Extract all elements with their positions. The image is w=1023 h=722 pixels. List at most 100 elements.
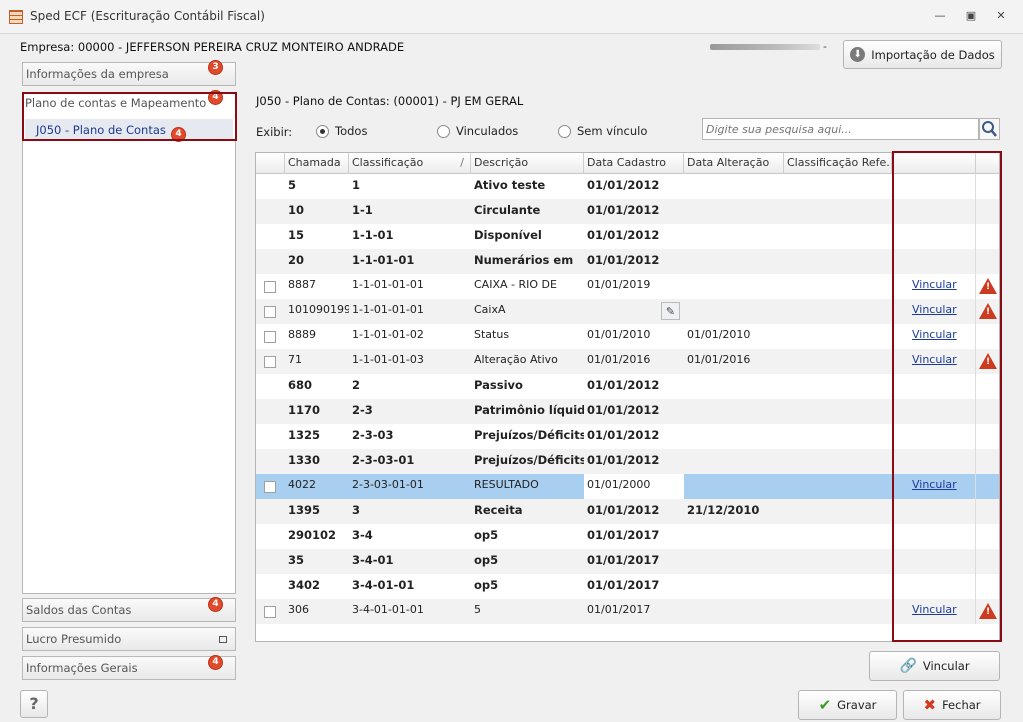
cell-alt (684, 399, 784, 424)
cell-cad: 01/01/2016 (587, 353, 651, 366)
header-data-alteracao[interactable]: Data Alteração (684, 153, 784, 174)
table-row[interactable]: 71 1-1-01-01-03 Alteração Ativo 01/01/2016 0… (256, 349, 999, 374)
cell-desc: Prejuízos/Déficits (474, 428, 584, 442)
cell-alt (684, 224, 784, 249)
window-title: Sped ECF (Escrituração Contábil Fiscal) (30, 9, 265, 23)
table-row[interactable]: 3402 3-4-01-01 op5 01/01/2017 (256, 574, 999, 599)
cell-cad: 01/01/2012 (587, 203, 660, 217)
cell-alt (684, 474, 784, 499)
header-data-cadastro[interactable]: Data Cadastro (584, 153, 684, 174)
section-title: J050 - Plano de Contas: (00001) - PJ EM … (256, 94, 524, 108)
row-checkbox[interactable] (264, 481, 276, 493)
gravar-button[interactable]: ✔ Gravar (798, 690, 897, 720)
table-row[interactable]: 8889 1-1-01-01-02 Status 01/01/2010 01/01/20… (256, 324, 999, 349)
search-input[interactable] (702, 118, 979, 140)
expand-icon (219, 636, 227, 643)
cell-class: 1-1-01 (352, 228, 394, 242)
header-classificacao[interactable]: Classificação / (349, 153, 471, 174)
sidebar-info-empresa-label: Informações da empresa (26, 67, 169, 81)
cell-chamada: 35 (288, 553, 305, 567)
sidebar-lucro[interactable]: Lucro Presumido (22, 627, 236, 651)
notification-badge: 3 (208, 60, 223, 75)
cell-alt: 21/12/2010 (687, 503, 760, 517)
cell-class: 1-1-01-01 (352, 253, 415, 267)
table-row[interactable]: 15 1-1-01 Disponível 01/01/2012 (256, 224, 999, 249)
radio-todos[interactable]: Todos (316, 124, 367, 138)
radio-vinculados[interactable]: Vinculados (437, 124, 518, 138)
table-row[interactable]: 5 1 Ativo teste 01/01/2012 (256, 174, 999, 199)
radio-icon (558, 124, 571, 138)
filter-label: Exibir: (256, 125, 293, 139)
sidebar-info-gerais-label: Informações Gerais (26, 661, 138, 675)
cell-cad: 01/01/2017 (587, 553, 660, 567)
cell-cad: 01/01/2019 (587, 278, 651, 291)
cell-alt (684, 524, 784, 549)
download-icon: ⬇ (850, 47, 866, 62)
cell-cad: 01/01/2017 (587, 603, 651, 616)
table-row[interactable]: 4022 2-3-03-01-01 RESULTADO 01/01/2000 Vincu… (256, 474, 999, 499)
cell-desc: Patrimônio líquido (474, 403, 584, 417)
table-row[interactable]: 1170 2-3 Patrimônio líquido 01/01/2012 (256, 399, 999, 424)
cell-chamada: 3402 (288, 578, 321, 592)
close-button[interactable]: ✕ (994, 10, 1008, 22)
import-data-button[interactable]: ⬇ Importação de Dados (843, 40, 1002, 69)
header-descricao[interactable]: Descrição (471, 153, 584, 174)
radio-sem-vinculo[interactable]: Sem vínculo (558, 124, 647, 138)
radio-icon (437, 124, 450, 138)
cell-desc: op5 (474, 528, 499, 542)
cell-desc: CaixA (474, 303, 506, 316)
cell-desc: Numerários em (474, 253, 574, 267)
search-icon (982, 121, 997, 137)
header-classificacao-ref[interactable]: Classificação Refe... (784, 153, 892, 174)
cell-alt (684, 374, 784, 399)
cell-chamada: 10 (288, 203, 305, 217)
cell-class: 2-3 (352, 403, 373, 417)
cell-chamada: 71 (288, 353, 302, 366)
table-row[interactable]: 10 1-1 Circulante 01/01/2012 (256, 199, 999, 224)
cell-desc: Prejuízos/Déficits (474, 453, 584, 467)
row-checkbox[interactable] (264, 356, 276, 368)
table-row[interactable]: 306 3-4-01-01-01 5 01/01/2017 Vincular! (256, 599, 999, 624)
sidebar-info-empresa[interactable]: Informações da empresa (22, 62, 236, 86)
sidebar-saldos[interactable]: Saldos das Contas (22, 598, 236, 622)
highlight-box-sidebar (22, 92, 237, 141)
fechar-button[interactable]: ✖ Fechar (903, 690, 1001, 720)
cell-chamada: 1010901990 (288, 303, 349, 316)
search-button[interactable] (979, 118, 1000, 140)
table-row[interactable]: 20 1-1-01-01 Numerários em 01/01/2012 (256, 249, 999, 274)
table-row[interactable]: 1330 2-3-03-01 Prejuízos/Déficits 01/01/201… (256, 449, 999, 474)
row-checkbox[interactable] (264, 331, 276, 343)
table-row[interactable]: 290102 3-4 op5 01/01/2017 (256, 524, 999, 549)
cell-chamada: 15 (288, 228, 305, 242)
cell-cad: 01/01/2012 (587, 253, 660, 267)
row-checkbox[interactable] (264, 281, 276, 293)
row-checkbox[interactable] (264, 606, 276, 618)
edit-icon[interactable]: ✎ (661, 302, 680, 320)
radio-sem-vinculo-label: Sem vínculo (577, 124, 648, 138)
table-row[interactable]: 35 3-4-01 op5 01/01/2017 (256, 549, 999, 574)
cell-cad: 01/01/2012 (587, 503, 660, 517)
table-row[interactable]: 8887 1-1-01-01-01 CAIXA - RIO DE 01/01/2019… (256, 274, 999, 299)
sidebar-info-gerais[interactable]: Informações Gerais (22, 656, 236, 680)
cell-chamada: 1395 (288, 503, 321, 517)
cell-alt: 01/01/2010 (687, 328, 751, 341)
cell-class: 2-3-03-01 (352, 453, 415, 467)
cell-class: 1 (352, 178, 361, 192)
spreadsheet-icon (9, 10, 23, 24)
cell-desc: op5 (474, 578, 499, 592)
table-row[interactable]: 1395 3 Receita 01/01/2012 21/12/2010 (256, 499, 999, 524)
row-checkbox[interactable] (264, 306, 276, 318)
radio-todos-label: Todos (335, 124, 368, 138)
user-dash: - (823, 40, 827, 53)
help-button[interactable]: ? (20, 690, 48, 718)
restore-button[interactable]: ▣ (964, 10, 978, 22)
table-row[interactable]: 1325 2-3-03 Prejuízos/Déficits 01/01/2012 (256, 424, 999, 449)
sort-icon: / (460, 156, 464, 169)
cell-chamada: 8887 (288, 278, 316, 291)
table-row[interactable]: 10109019901-1-01-01-01CaixA✎Vincular! (256, 299, 999, 324)
vincular-button[interactable]: 🔗 Vincular (869, 651, 1000, 681)
table-row[interactable]: 680 2 Passivo 01/01/2012 (256, 374, 999, 399)
cell-cad: 01/01/2000 (584, 474, 684, 499)
minimize-button[interactable]: — (933, 10, 947, 22)
header-chamada[interactable]: Chamada (285, 153, 349, 174)
